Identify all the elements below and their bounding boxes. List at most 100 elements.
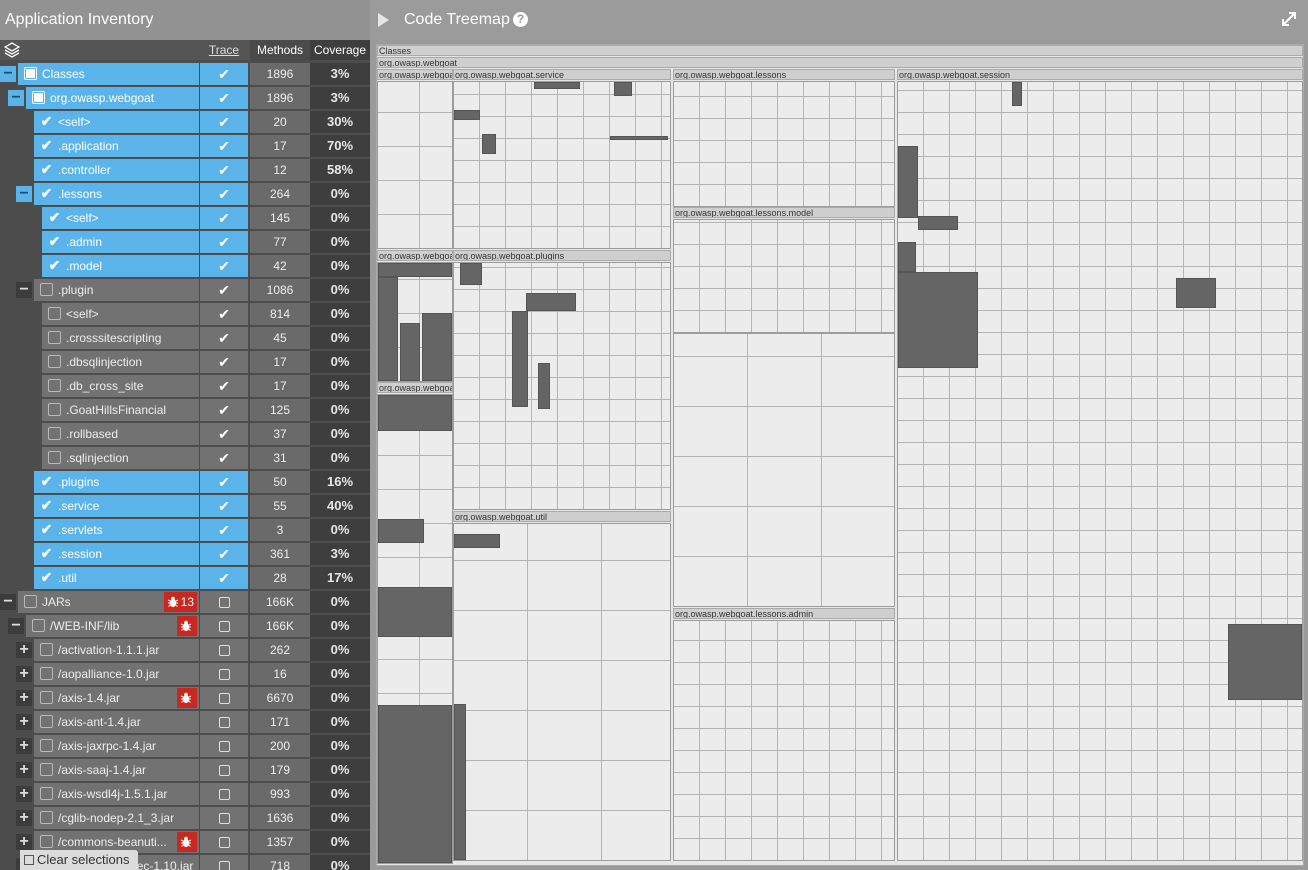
covered-class[interactable] xyxy=(378,705,452,863)
tree-node[interactable]: ✔ <self> xyxy=(42,207,199,229)
collapse-toggle-icon[interactable]: − xyxy=(16,282,32,298)
checked-checkbox-icon[interactable]: ✔ xyxy=(40,474,53,488)
tree-node[interactable]: /axis-saaj-1.4.jar xyxy=(34,759,199,781)
treemap-pkg-lessons-admin[interactable]: org.owasp.webgoat.lessons.admin xyxy=(673,608,895,619)
tree-node[interactable]: /axis-1.4.jar xyxy=(34,687,199,709)
collapse-toggle-icon[interactable]: − xyxy=(0,66,16,82)
tree-row[interactable]: − org.owasp.webgoat ✔ 1896 3% xyxy=(0,86,370,110)
treemap-block-servlets[interactable] xyxy=(377,81,453,249)
tree-row[interactable]: + /cglib-nodep-2.1_3.jar 1636 0% xyxy=(0,806,370,830)
unchecked-checkbox-icon[interactable] xyxy=(40,787,53,800)
tree-node[interactable]: /axis-ant-1.4.jar xyxy=(34,711,199,733)
checked-checkbox-icon[interactable]: ✔ xyxy=(40,138,53,152)
coverage-header[interactable]: Coverage xyxy=(310,40,370,60)
covered-class[interactable] xyxy=(538,363,550,409)
trace-toggle[interactable]: ✔ xyxy=(200,87,248,109)
trace-toggle[interactable] xyxy=(200,759,248,781)
expand-toggle-icon[interactable]: + xyxy=(16,690,32,706)
trace-toggle[interactable] xyxy=(200,735,248,757)
trace-toggle[interactable]: ✔ xyxy=(200,375,248,397)
tree-node[interactable]: .plugin xyxy=(34,279,199,301)
play-icon[interactable] xyxy=(378,13,389,27)
tree-node[interactable]: /cglib-nodep-2.1_3.jar xyxy=(34,807,199,829)
tree-row[interactable]: ✔ .servlets ✔ 3 0% xyxy=(0,518,370,542)
tree-row[interactable]: − Classes ✔ 1896 3% xyxy=(0,62,370,86)
treemap-block-plugins[interactable] xyxy=(453,262,671,510)
covered-class[interactable] xyxy=(534,82,580,89)
covered-class[interactable] xyxy=(898,242,916,272)
tree-node[interactable]: /aopalliance-1.0.jar xyxy=(34,663,199,685)
partial-checkbox-icon[interactable] xyxy=(24,67,37,80)
clear-selections-button[interactable]: Clear selections xyxy=(20,850,138,870)
treemap[interactable]: Classes org.owasp.webgoat org.owasp.webg… xyxy=(376,44,1304,866)
unchecked-checkbox-icon[interactable] xyxy=(40,667,53,680)
tree-node[interactable]: <self> xyxy=(42,303,199,325)
tree-row[interactable]: + /axis-jaxrpc-1.4.jar 200 0% xyxy=(0,734,370,758)
unchecked-checkbox-icon[interactable] xyxy=(48,331,61,344)
tree-node[interactable]: ✔ .lessons xyxy=(34,183,199,205)
trace-toggle[interactable]: ✔ xyxy=(200,207,248,229)
tree-row[interactable]: − ✔ .lessons ✔ 264 0% xyxy=(0,182,370,206)
treemap-block-session[interactable] xyxy=(897,81,1303,861)
tree-node[interactable]: /axis-jaxrpc-1.4.jar xyxy=(34,735,199,757)
vulnerability-badge[interactable] xyxy=(177,616,197,636)
tree-node[interactable]: .sqlinjection xyxy=(42,447,199,469)
tree-row[interactable]: ✔ .service ✔ 55 40% xyxy=(0,494,370,518)
tree-row[interactable]: ✔ <self> ✔ 145 0% xyxy=(0,206,370,230)
tree-node[interactable]: ✔ .servlets xyxy=(34,519,199,541)
trace-toggle[interactable]: ✔ xyxy=(200,423,248,445)
trace-toggle[interactable] xyxy=(200,711,248,733)
vulnerability-badge[interactable]: 13 xyxy=(163,592,197,612)
tree-row[interactable]: ✔ .controller ✔ 12 58% xyxy=(0,158,370,182)
covered-class[interactable] xyxy=(378,277,398,381)
tree-row[interactable]: + /axis-ant-1.4.jar 171 0% xyxy=(0,710,370,734)
expand-toggle-icon[interactable]: + xyxy=(16,834,32,850)
trace-toggle[interactable]: ✔ xyxy=(200,471,248,493)
tree-row[interactable]: ✔ .application ✔ 17 70% xyxy=(0,134,370,158)
help-icon[interactable]: ? xyxy=(513,12,528,27)
checked-checkbox-icon[interactable]: ✔ xyxy=(40,570,53,584)
tree-row[interactable]: + /axis-1.4.jar 6670 0% xyxy=(0,686,370,710)
treemap-pkg-lessons-model[interactable]: org.owasp.webgoat.lessons.model xyxy=(673,207,895,218)
tree-row[interactable]: .rollbased ✔ 37 0% xyxy=(0,422,370,446)
tree-row[interactable]: .sqlinjection ✔ 31 0% xyxy=(0,446,370,470)
treemap-pkg-service[interactable]: org.owasp.webgoat.service xyxy=(453,69,671,80)
unchecked-checkbox-icon[interactable] xyxy=(48,355,61,368)
tree-row[interactable]: .crosssitescripting ✔ 45 0% xyxy=(0,326,370,350)
treemap-pkg-plugins[interactable]: org.owasp.webgoat.plugins xyxy=(453,250,671,261)
covered-class[interactable] xyxy=(378,395,452,431)
tree-node[interactable]: ✔ .service xyxy=(34,495,199,517)
tree-row[interactable]: .db_cross_site ✔ 17 0% xyxy=(0,374,370,398)
trace-toggle[interactable] xyxy=(200,615,248,637)
treemap-block-controller[interactable] xyxy=(377,394,453,864)
tree-node[interactable]: ✔ .session xyxy=(34,543,199,565)
collapse-toggle-icon[interactable]: − xyxy=(0,594,16,610)
trace-toggle[interactable] xyxy=(200,639,248,661)
covered-class[interactable] xyxy=(422,313,452,381)
unchecked-checkbox-icon[interactable] xyxy=(48,427,61,440)
treemap-pkg-controller[interactable]: org.owasp.webgoat.controller xyxy=(377,382,453,393)
expand-toggle-icon[interactable]: + xyxy=(16,738,32,754)
trace-toggle[interactable] xyxy=(200,783,248,805)
partial-checkbox-icon[interactable] xyxy=(32,91,45,104)
trace-toggle[interactable]: ✔ xyxy=(200,567,248,589)
treemap-block-lessons[interactable] xyxy=(673,81,895,207)
trace-toggle[interactable]: ✔ xyxy=(200,303,248,325)
treemap-pkg-session[interactable]: org.owasp.webgoat.session xyxy=(897,69,1303,80)
expand-icon[interactable] xyxy=(1280,10,1298,28)
covered-class[interactable] xyxy=(460,263,482,285)
treemap-block-lessons-model[interactable] xyxy=(673,219,895,333)
unchecked-checkbox-icon[interactable] xyxy=(40,835,53,848)
trace-toggle[interactable] xyxy=(200,687,248,709)
tree-node[interactable]: ✔ <self> xyxy=(34,111,199,133)
checked-checkbox-icon[interactable]: ✔ xyxy=(48,234,61,248)
checked-checkbox-icon[interactable]: ✔ xyxy=(40,162,53,176)
collapse-toggle-icon[interactable]: − xyxy=(8,618,24,634)
tree-row[interactable]: + /activation-1.1.1.jar 262 0% xyxy=(0,638,370,662)
collapse-toggle-icon[interactable]: − xyxy=(8,90,24,106)
tree-node[interactable]: ✔ .application xyxy=(34,135,199,157)
trace-header[interactable]: Trace xyxy=(200,40,248,60)
tree-node[interactable]: org.owasp.webgoat xyxy=(26,87,199,109)
tree-row[interactable]: ✔ .util ✔ 28 17% xyxy=(0,566,370,590)
covered-class[interactable] xyxy=(378,263,452,277)
